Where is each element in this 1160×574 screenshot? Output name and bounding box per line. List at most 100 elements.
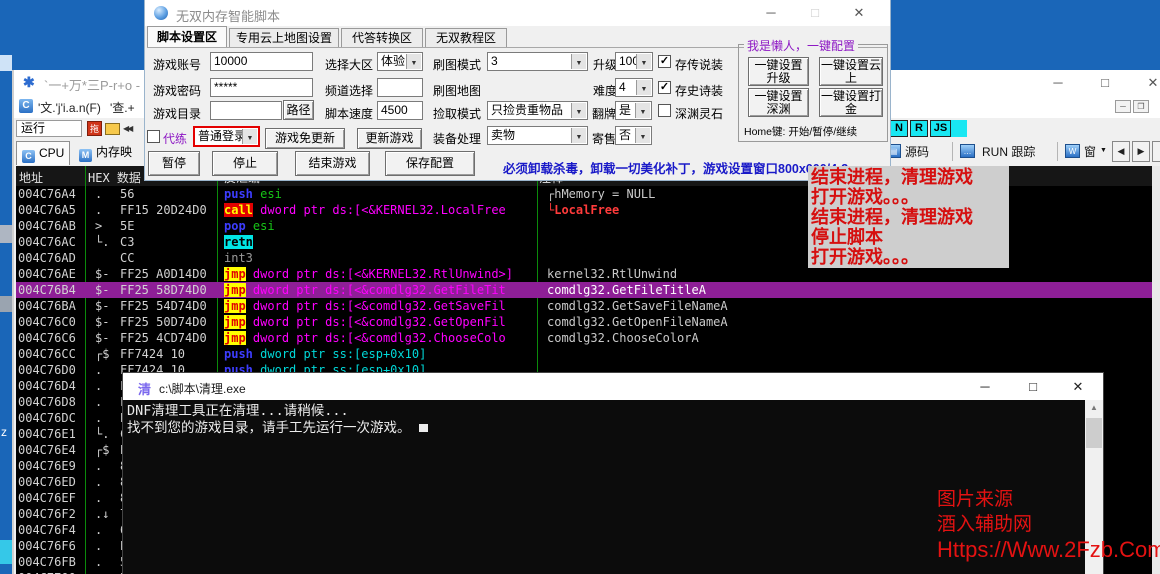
disasm-row[interactable]: 004C76B4$-FF25 58D74D0jmp dword ptr ds:[… bbox=[16, 282, 1152, 298]
dropdown-arrow-icon[interactable] bbox=[636, 80, 651, 95]
mdi-minimize-button[interactable]: ─ bbox=[1115, 100, 1131, 113]
menu-file[interactable]: '文.'j'i.a.n(F) bbox=[38, 99, 101, 116]
disasm-row[interactable]: 004C76AE$-FF25 A0D14D0jmp dword ptr ds:[… bbox=[16, 266, 1152, 282]
open-folder-icon[interactable] bbox=[105, 123, 120, 135]
dropdown-arrow-icon[interactable] bbox=[571, 54, 586, 69]
maximize-button[interactable]: □ bbox=[1092, 70, 1118, 95]
quick-cloud-button[interactable]: 一键设置云上 bbox=[819, 57, 883, 86]
scrollbar-thumb[interactable] bbox=[1086, 418, 1102, 448]
desktop-icon-fragment[interactable] bbox=[0, 55, 12, 71]
tab-cpu[interactable]: CCPU bbox=[16, 141, 70, 165]
game-dir-input[interactable] bbox=[210, 101, 282, 120]
save-config-button[interactable]: 保存配置 bbox=[385, 151, 475, 176]
scroll-up-icon[interactable]: ▲ bbox=[1085, 400, 1103, 416]
toolbar-letter-n-button[interactable]: N bbox=[890, 120, 908, 137]
run-status-box[interactable]: 运行 bbox=[16, 120, 82, 137]
pause-button[interactable]: 暂停 bbox=[148, 151, 200, 176]
save-legend-checkbox[interactable]: ✓ bbox=[658, 55, 671, 68]
upgrade-select[interactable]: 100 bbox=[615, 52, 653, 71]
desktop-icon-fragment[interactable] bbox=[0, 296, 12, 312]
abyss-checkbox[interactable] bbox=[658, 104, 671, 117]
disasm-row[interactable]: 004C76C6$-FF25 4CD74D0jmp dword ptr ds:[… bbox=[16, 330, 1152, 346]
tab-memory-map[interactable]: M内存映 bbox=[74, 141, 152, 165]
brush-mode-select[interactable]: 3 bbox=[487, 52, 588, 71]
difficulty-select[interactable]: 4 bbox=[615, 78, 653, 97]
login-mode-select[interactable]: 普通登录 bbox=[193, 126, 260, 147]
toolbar-letter-js-button[interactable]: JS bbox=[930, 120, 951, 137]
menu-view[interactable]: '查.+ bbox=[110, 99, 135, 116]
dropdown-arrow-icon[interactable] bbox=[406, 54, 421, 69]
drag-tool-icon[interactable]: 拖 bbox=[87, 121, 102, 136]
tab-answer-convert[interactable]: 代答转换区 bbox=[341, 28, 423, 47]
close-button[interactable]: ✕ bbox=[1138, 70, 1160, 95]
quick-upgrade-button[interactable]: 一键设置升级 bbox=[748, 57, 809, 86]
window-menu-button[interactable]: 窗 bbox=[1084, 143, 1096, 160]
rewind-icon[interactable]: ◀◀ bbox=[123, 121, 131, 136]
speed-input[interactable]: 4500 bbox=[377, 101, 423, 120]
disasm-row[interactable]: 004C76CC┌$FF7424 10push dword ptr ss:[es… bbox=[16, 346, 1152, 362]
account-label: 游戏账号 bbox=[153, 56, 201, 73]
close-button[interactable]: ✕ bbox=[845, 0, 873, 26]
dropdown-arrow-icon[interactable] bbox=[242, 129, 257, 144]
channel-input[interactable] bbox=[377, 78, 423, 97]
consign-select[interactable]: 否 bbox=[615, 126, 652, 145]
region-select[interactable]: 体验 bbox=[377, 52, 423, 71]
disasm-address: 004C76FB bbox=[18, 554, 84, 570]
nav-back-button[interactable]: ◀ bbox=[1112, 141, 1130, 162]
minimize-button[interactable]: ─ bbox=[968, 373, 1002, 400]
memory-tab-icon: M bbox=[79, 149, 92, 162]
password-input[interactable]: ***** bbox=[210, 78, 313, 97]
toolbar-letter-r-button[interactable]: R bbox=[910, 120, 928, 137]
pickup-mode-select[interactable]: 只捡贵重物品 bbox=[487, 101, 588, 120]
trainer-checkbox[interactable] bbox=[147, 130, 160, 143]
quick-gold-button[interactable]: 一键设置打金 bbox=[819, 88, 883, 117]
disasm-row[interactable]: 004C76C0$-FF25 50D74D0jmp dword ptr ds:[… bbox=[16, 314, 1152, 330]
console-cursor bbox=[419, 424, 428, 432]
disasm-hex: CC bbox=[120, 250, 216, 266]
script-app-icon bbox=[154, 6, 168, 20]
maximize-button[interactable]: □ bbox=[1016, 373, 1050, 400]
script-titlebar[interactable]: 无双内存智能脚本 ─ □ ✕ bbox=[145, 0, 890, 26]
account-input[interactable]: 10000 bbox=[210, 52, 313, 71]
disasm-row[interactable]: 004C76BA$-FF25 54D74D0jmp dword ptr ds:[… bbox=[16, 298, 1152, 314]
disasm-prefix: > bbox=[95, 218, 119, 234]
log-line: 停止脚本 bbox=[811, 227, 1009, 247]
stop-button[interactable]: 停止 bbox=[212, 151, 278, 176]
tab-cloud-map[interactable]: 专用云上地图设置 bbox=[229, 28, 339, 47]
path-button[interactable]: 路径 bbox=[283, 100, 314, 120]
dropdown-arrow-icon[interactable] bbox=[636, 54, 651, 69]
log-line: 结束进程，清理游戏 bbox=[811, 207, 1009, 227]
nav-forward-button[interactable]: ▶ bbox=[1132, 141, 1150, 162]
disasm-address: 004C76D8 bbox=[18, 394, 84, 410]
nav-more-button[interactable] bbox=[1152, 141, 1160, 162]
maximize-button[interactable]: □ bbox=[801, 0, 829, 26]
close-button[interactable]: ✕ bbox=[1061, 373, 1095, 400]
minimize-button[interactable]: ─ bbox=[1045, 70, 1071, 95]
no-update-button[interactable]: 游戏免更新 bbox=[265, 128, 345, 149]
dropdown-arrow-icon[interactable] bbox=[571, 103, 586, 118]
toolbar-cyan-button[interactable] bbox=[951, 120, 967, 137]
minimize-button[interactable]: ─ bbox=[757, 0, 785, 26]
desktop-icon-fragment[interactable] bbox=[0, 225, 12, 243]
dropdown-arrow-icon[interactable] bbox=[635, 128, 650, 143]
desktop-icon-fragment[interactable] bbox=[0, 540, 12, 564]
console-titlebar[interactable]: 清 c:\脚本\清理.exe ─ □ ✕ bbox=[123, 373, 1103, 400]
tab-script-settings[interactable]: 脚本设置区 bbox=[147, 26, 227, 47]
quick-abyss-button[interactable]: 一键设置深渊 bbox=[748, 88, 809, 117]
column-header-address[interactable]: 地址 bbox=[19, 169, 43, 186]
end-game-button[interactable]: 结束游戏 bbox=[295, 151, 370, 176]
dropdown-arrow-icon[interactable] bbox=[635, 103, 650, 118]
dropdown-arrow-icon[interactable] bbox=[571, 128, 586, 143]
desktop-icon-fragment[interactable]: z bbox=[1, 425, 12, 441]
watermark-line: 图片来源 bbox=[937, 487, 1160, 512]
flip-select[interactable]: 是 bbox=[615, 101, 652, 120]
tab-tutorial[interactable]: 无双教程区 bbox=[425, 28, 507, 47]
save-epic-checkbox[interactable]: ✓ bbox=[658, 81, 671, 94]
update-game-button[interactable]: 更新游戏 bbox=[357, 128, 422, 149]
equip-select[interactable]: 卖物 bbox=[487, 126, 588, 145]
column-header-hex[interactable]: HEX 数据 bbox=[88, 169, 141, 186]
disasm-prefix: $- bbox=[95, 330, 119, 346]
disasm-prefix: > bbox=[95, 570, 119, 574]
disasm-prefix: . bbox=[95, 202, 119, 218]
mdi-restore-button[interactable]: ❐ bbox=[1133, 100, 1149, 113]
